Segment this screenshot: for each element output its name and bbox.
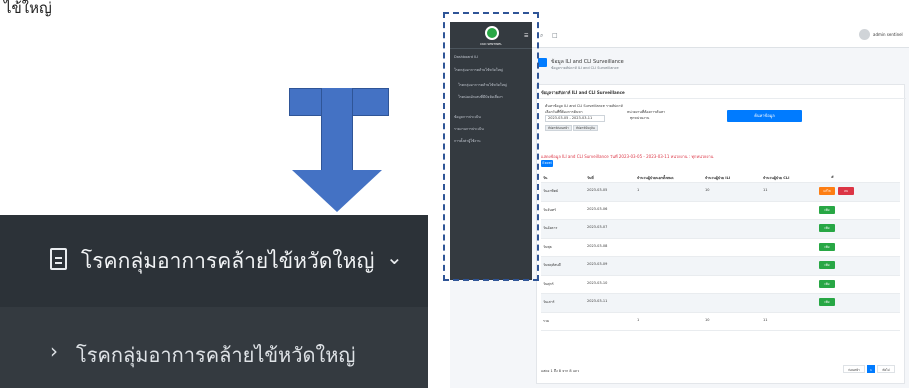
- table-cell-day: วันพฤหัสบดี: [543, 263, 561, 267]
- add-button[interactable]: เพิ่ม: [819, 298, 835, 306]
- zoomed-submenu-label: โรคกลุ่มอาการคล้ายไข้หวัดใหญ่: [76, 343, 356, 367]
- divider: [537, 98, 906, 99]
- table-row: วันอังคาร 2023-03-07 เพิ่ม: [541, 220, 900, 239]
- table-cell-date: 2023-03-05: [587, 188, 608, 192]
- column-header: #: [831, 175, 834, 179]
- card-title: ข้อมูลรายสัปดาห์ ILI and CLI Surveillanc…: [541, 90, 625, 95]
- table-cell-ili: 10: [705, 317, 710, 322]
- table-cell-ili: 10: [705, 188, 710, 192]
- add-button[interactable]: เพิ่ม: [819, 205, 835, 214]
- result-caption: แสดงข้อมูล ILI and CLI Surveillance วันท…: [541, 154, 714, 159]
- table-row: รวม 1 10 11: [541, 313, 900, 331]
- user-name[interactable]: admin sentinel: [873, 32, 903, 37]
- caption-text: ไข้ใหญ่: [4, 0, 52, 17]
- zoomed-menu-title: โรคกลุ่มอาการคล้ายไข้หวัดใหญ่: [81, 249, 375, 273]
- table-cell-opd: 1: [637, 188, 640, 192]
- pager-next[interactable]: ถัดไป: [877, 365, 895, 373]
- table-cell-day: วันศุกร์: [543, 281, 554, 286]
- document-icon: [50, 248, 67, 270]
- table-cell-day: วันพุธ: [543, 244, 552, 249]
- fullscreen-icon[interactable]: □: [552, 32, 558, 39]
- page-icon: [538, 58, 547, 67]
- table-row: วันอาทิตย์ 2023-03-05 1 10 11 แก้ไข ลบ: [541, 183, 900, 202]
- delete-button[interactable]: ลบ: [838, 187, 854, 195]
- search-icon[interactable]: ⌕: [540, 32, 543, 40]
- column-header: จำนวนผู้ป่วย CLI: [763, 176, 790, 180]
- table-cell-day: วันอาทิตย์: [543, 189, 559, 193]
- add-button[interactable]: เพิ่ม: [819, 242, 835, 251]
- table-row: วันศุกร์ 2023-03-10 เพิ่ม: [541, 276, 900, 294]
- table-cell-day: วันเสาร์: [543, 300, 555, 304]
- add-button[interactable]: เพิ่ม: [819, 261, 835, 269]
- chevron-down-icon: ⌄: [386, 245, 403, 269]
- table-cell-date: 2023-03-11: [587, 299, 608, 303]
- table-cell-day: วันจันทร์: [543, 207, 556, 212]
- column-header: วันที่: [587, 176, 594, 180]
- table-cell-date: 2023-03-10: [587, 280, 608, 285]
- arrow-head: [292, 170, 382, 212]
- highlight-box: [443, 12, 539, 281]
- table-cell-date: 2023-03-08: [587, 243, 608, 248]
- pager-previous[interactable]: ก่อนหน้า: [843, 365, 865, 373]
- table-header: วัน วันที่ จำนวนผู้ป่วยนอกทั้งหมด จำนวนผ…: [541, 171, 900, 183]
- table-row: วันพฤหัสบดี 2023-03-09 เพิ่ม: [541, 257, 900, 276]
- page: ไข้ใหญ่ โรคกลุ่มอาการคล้ายไข้หวัดใหญ่ ⌄ …: [0, 0, 909, 388]
- edit-button[interactable]: แก้ไข: [819, 187, 835, 195]
- column-header: จำนวนผู้ป่วย ILI: [705, 176, 731, 180]
- table-footer: แสดง 1 ถึง 8 จาก 8 แถว: [541, 369, 580, 373]
- add-button[interactable]: เพิ่ม: [819, 224, 835, 232]
- zoomed-sidebar-panel: โรคกลุ่มอาการคล้ายไข้หวัดใหญ่ ⌄ › โรคกลุ…: [0, 215, 428, 388]
- table-cell-opd: 1: [637, 317, 640, 322]
- table-row: วันพุธ 2023-03-08 เพิ่ม: [541, 239, 900, 257]
- column-header: วัน: [543, 176, 548, 180]
- table-cell-day: รวม: [543, 318, 550, 323]
- top-navbar: ⌕ □ admin sentinel: [532, 22, 909, 48]
- table-cell-cli: 11: [763, 317, 768, 322]
- unit-select[interactable]: ทุกหน่วยงาน: [627, 115, 687, 122]
- table-cell-date: 2023-03-09: [587, 262, 608, 266]
- table-row: วันเสาร์ 2023-03-11 เพิ่ม: [541, 294, 900, 313]
- table-cell-date: 2023-03-06: [587, 206, 608, 211]
- page-subtitle: ข้อมูลรายสัปดาห์ ILI and CLI Surveillanc…: [551, 66, 619, 70]
- data-card: ข้อมูลรายสัปดาห์ ILI and CLI Surveillanc…: [536, 84, 906, 384]
- search-button[interactable]: ค้นหาข้อมูล: [727, 110, 802, 122]
- content-header: ข้อมูล ILI and CLI Surveillance ข้อมูลรา…: [532, 49, 909, 81]
- arrow-vertical-segment: [321, 88, 353, 176]
- avatar[interactable]: [859, 29, 870, 40]
- current-week-button[interactable]: สัปดาห์ปัจจุบัน: [573, 125, 598, 131]
- date-range-input[interactable]: 2023-03-05 - 2023-03-11: [545, 115, 605, 122]
- excel-button[interactable]: Excel: [541, 160, 553, 167]
- table-cell-day: วันอังคาร: [543, 226, 558, 230]
- table-cell-cli: 11: [763, 188, 768, 192]
- column-header: จำนวนผู้ป่วยนอกทั้งหมด: [637, 176, 674, 180]
- table-row: วันจันทร์ 2023-03-06 เพิ่ม: [541, 202, 900, 220]
- data-table: วัน วันที่ จำนวนผู้ป่วยนอกทั้งหมด จำนวนผ…: [541, 171, 900, 331]
- chevron-right-icon: ›: [50, 339, 58, 363]
- pager-page-1[interactable]: 1: [867, 365, 875, 373]
- previous-week-button[interactable]: สัปดาห์ก่อนหน้า: [545, 125, 572, 131]
- table-cell-date: 2023-03-07: [587, 225, 608, 229]
- add-button[interactable]: เพิ่ม: [819, 279, 835, 288]
- table-body: วันอาทิตย์ 2023-03-05 1 10 11 แก้ไข ลบวันจันทร…: [541, 183, 900, 331]
